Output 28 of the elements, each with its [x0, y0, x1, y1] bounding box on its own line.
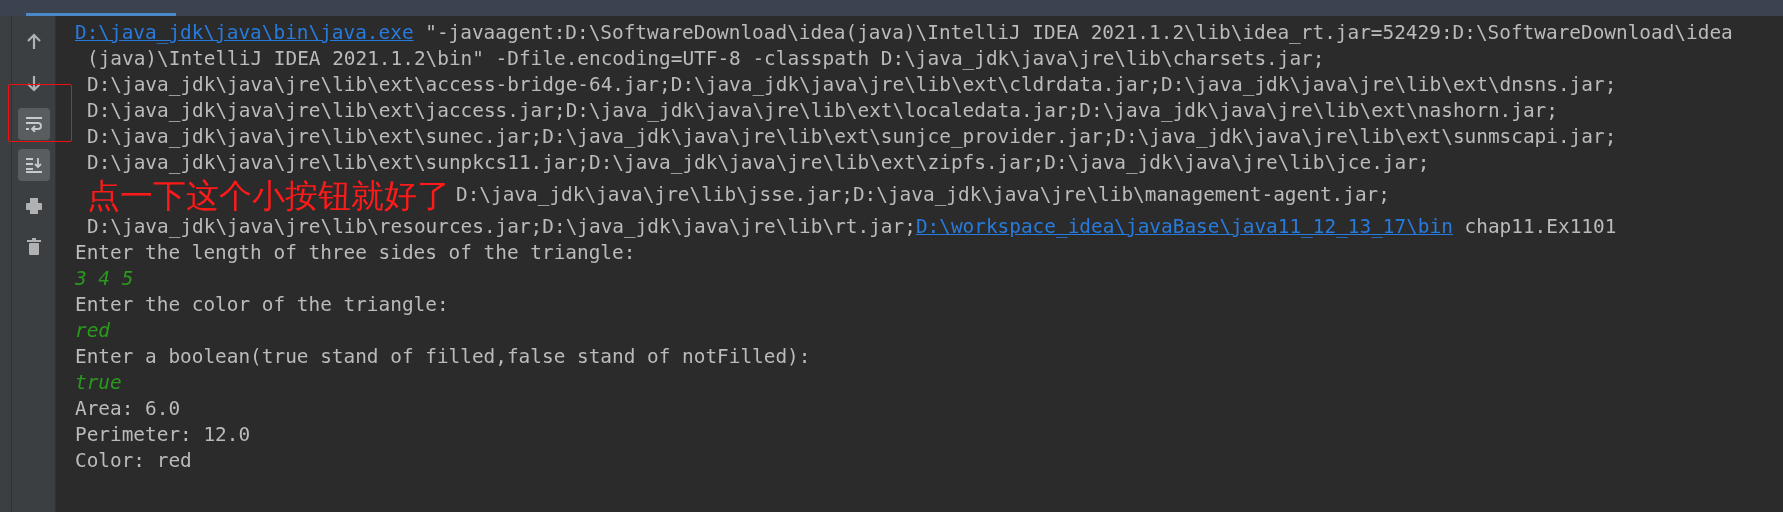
down-arrow-icon [25, 74, 42, 92]
output-line: Area: 6.0 [75, 396, 181, 422]
soft-wrap-button[interactable] [17, 108, 50, 140]
soft-wrap-icon [24, 116, 43, 132]
output-line: Enter the color of the triangle: [75, 292, 449, 318]
path-link[interactable]: D:\workspace_idea\javaBase\java11_12_13_17\bin [915, 215, 1453, 238]
command-line: D:\java_jdk\java\jre\lib\resources.jar;D:\java_jdk\java\jre\lib\rt.jar;D:\workspace_idea\javaBase\java11_12_13_17\bin chap11.Ex1101 [87, 214, 1617, 240]
output-line: Enter a boolean(true stand of filled,false stand of notFilled): [75, 344, 811, 370]
scroll-to-end-icon [24, 157, 43, 173]
scroll-to-end-button[interactable] [17, 149, 50, 181]
user-input-line: red [75, 318, 111, 344]
command-line: D:\java_jdk\java\jre\lib\jsse.jar;D:\java_jdk\java\jre\lib\management-agent.jar; [456, 182, 1390, 208]
annotation-text: 点一下这个小按钮就好了 [87, 176, 450, 214]
output-line: Enter the length of three sides of the triangle: [75, 240, 636, 266]
command-line: D:\java_jdk\java\jre\lib\ext\access-bridge-64.jar;D:\java_jdk\java\jre\lib\ext\cldrdata.jar;D:\java_jdk\java\jre\lib\ext\dnsns.jar; [87, 72, 1617, 98]
command-line: D:\java_jdk\java\jre\lib\ext\sunpkcs11.jar;D:\java_jdk\java\jre\lib\ext\zipfs.jar;D:\java_jdk\java\jre\lib\jce.jar; [87, 150, 1430, 176]
user-input-line: 3 4 5 [75, 266, 134, 292]
highlight-frame [8, 84, 72, 142]
path-link[interactable]: D:\java_jdk\java\bin\java.exe [75, 21, 414, 44]
command-line: D:\java_jdk\java\jre\lib\ext\jaccess.jar;D:\java_jdk\java\jre\lib\ext\localedata.jar;D:\java_jdk\java\jre\lib\ext\nashorn.jar; [87, 98, 1558, 124]
up-arrow-icon [25, 33, 42, 51]
user-input-line: true [75, 370, 122, 396]
command-line: (java)\IntelliJ IDEA 2021.1.2\bin" -Dfile.encoding=UTF-8 -classpath D:\java_jdk\java\jre\lib\charsets.jar; [87, 46, 1325, 72]
output-line: Color: red [75, 448, 192, 474]
trash-icon [25, 238, 42, 256]
command-line: D:\java_jdk\java\bin\java.exe "-javaagent:D:\SoftwareDownload\idea(java)\IntelliJ IDEA 2021.1.2\lib\idea_rt.jar=52429:D:\SoftwareDownload\idea [75, 20, 1733, 46]
output-line: Perimeter: 12.0 [75, 422, 251, 448]
command-line: D:\java_jdk\java\jre\lib\ext\sunec.jar;D:\java_jdk\java\jre\lib\ext\sunjce_provider.jar;D:\java_jdk\java\jre\lib\ext\sunmscapi.jar; [87, 124, 1617, 150]
